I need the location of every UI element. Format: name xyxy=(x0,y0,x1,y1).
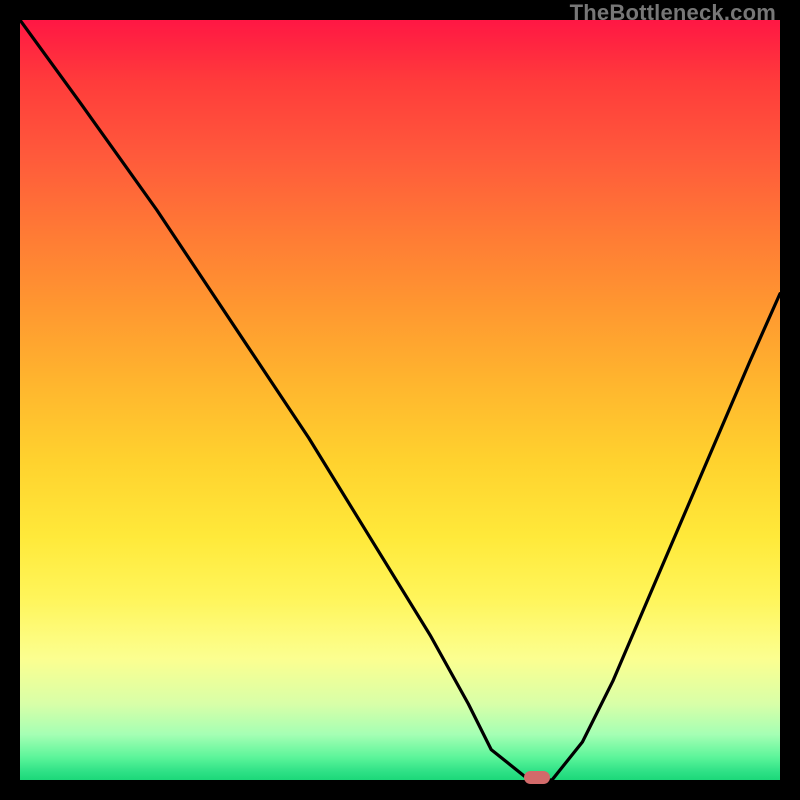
bottleneck-curve xyxy=(20,20,780,780)
chart-frame: TheBottleneck.com xyxy=(0,0,800,800)
minimum-marker xyxy=(524,771,550,784)
plot-area xyxy=(20,20,780,780)
